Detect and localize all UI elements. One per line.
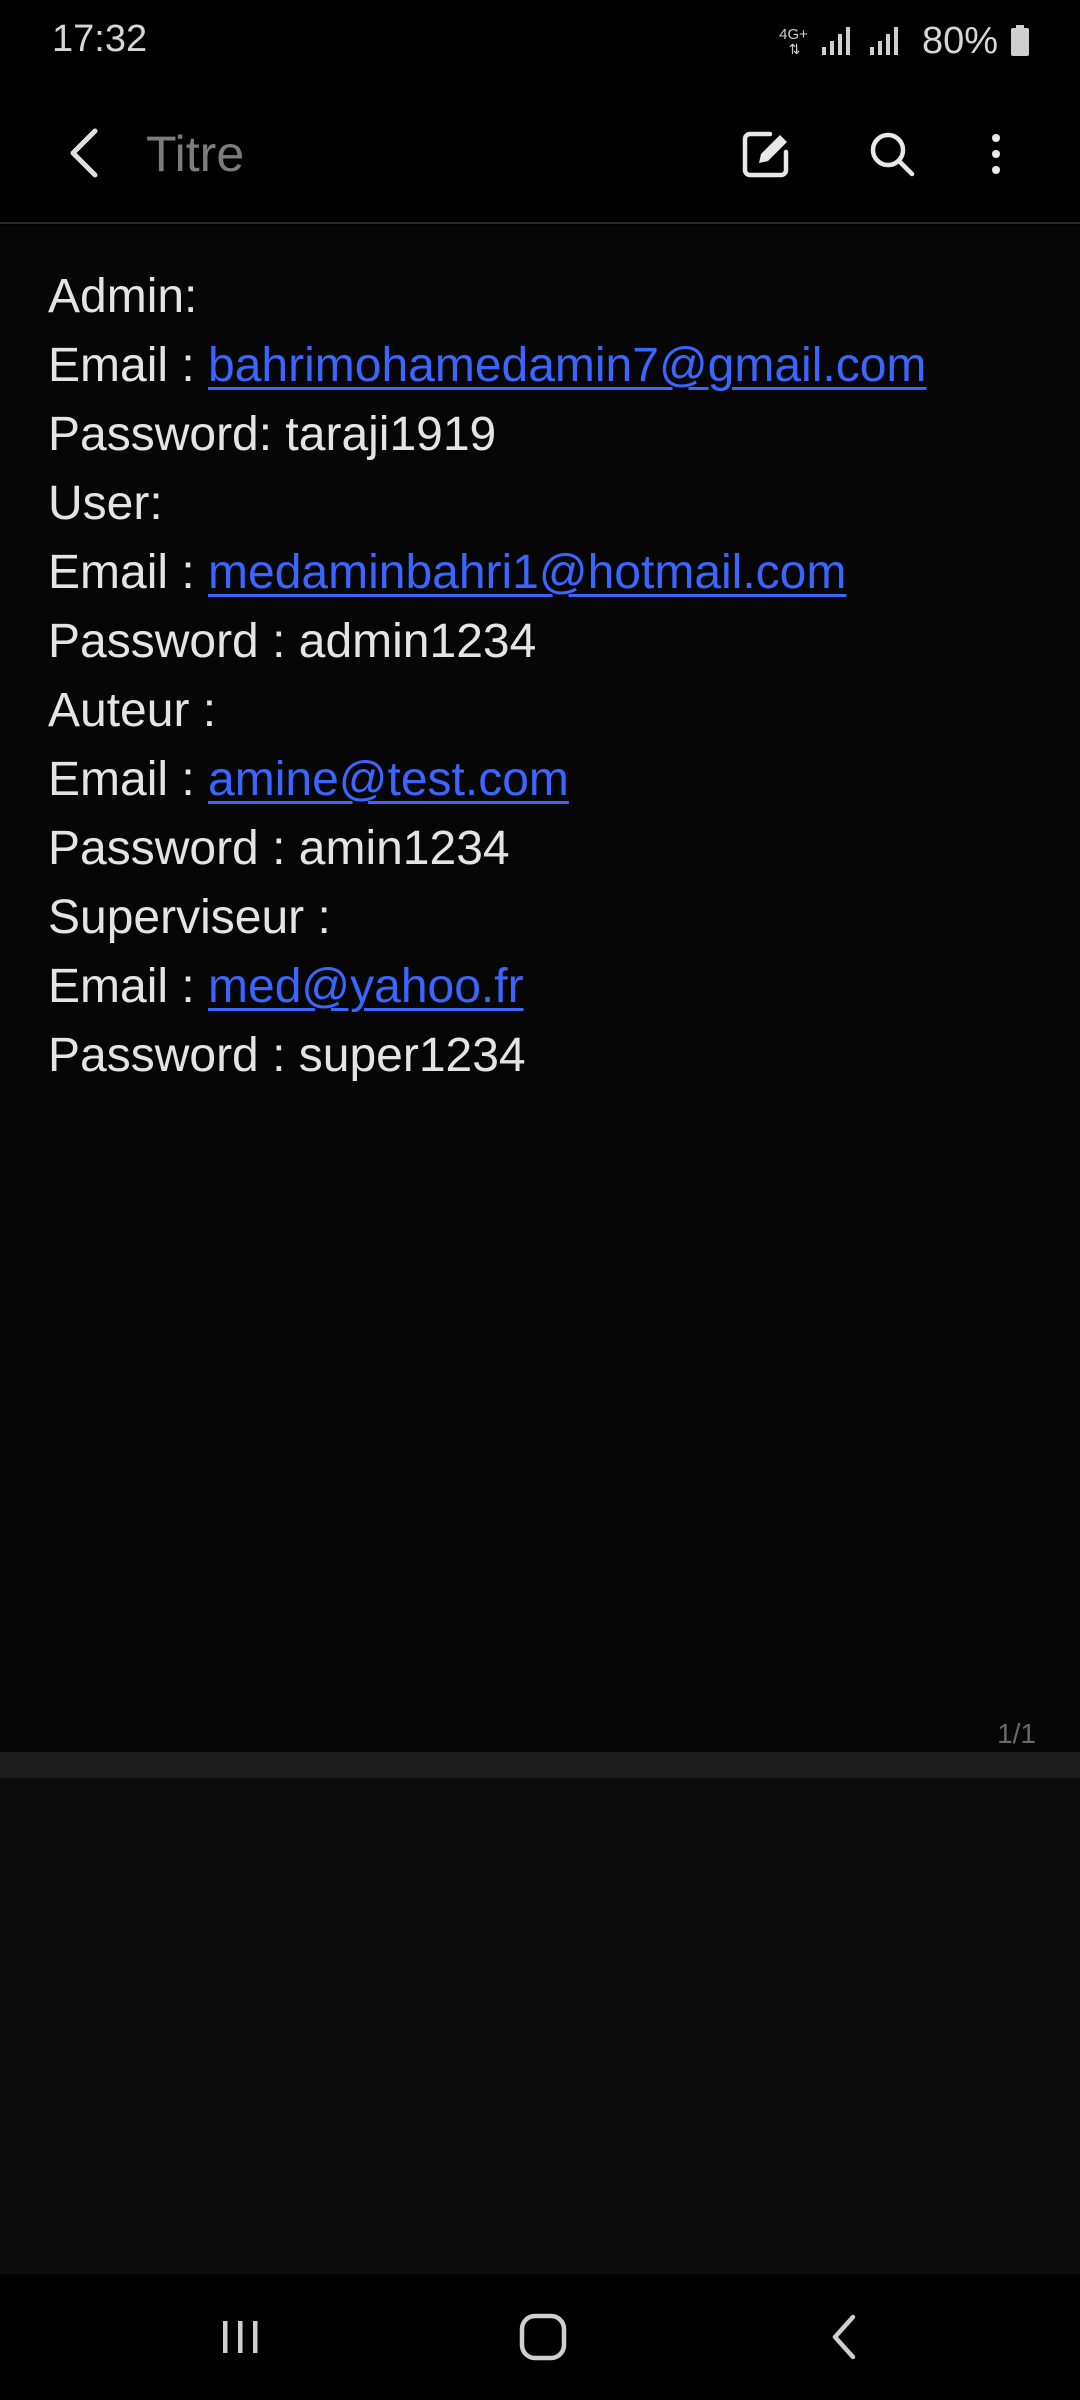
note-text: Password : super1234 <box>48 1029 526 1082</box>
battery-icon <box>1011 25 1029 56</box>
title-input[interactable] <box>146 124 666 184</box>
divider <box>0 1752 1080 1778</box>
status-bar: 17:32 4G+ ⇅ 80% <box>0 0 1080 84</box>
recents-icon <box>223 2321 258 2353</box>
note-text: User: <box>48 477 163 530</box>
note-line: Superviseur : <box>48 883 1048 952</box>
more-options-button[interactable] <box>960 118 1032 190</box>
back-icon <box>832 2314 856 2360</box>
empty-area <box>0 1778 1080 2274</box>
note-line: Admin: <box>48 262 1048 331</box>
email-link[interactable]: medaminbahri1@hotmail.com <box>208 546 846 599</box>
note-line: Auteur : <box>48 676 1048 745</box>
note-line: Email : bahrimohamedamin7@gmail.com <box>48 331 1048 400</box>
note-text: Auteur : <box>48 684 217 737</box>
email-label: Email : <box>48 339 209 392</box>
edit-icon <box>742 131 789 178</box>
edit-button[interactable] <box>730 118 802 190</box>
note-line: Password : amin1234 <box>48 814 1048 883</box>
network-type: 4G+ <box>779 25 808 43</box>
battery-percent: 80% <box>921 19 998 62</box>
note-text: Password : amin1234 <box>48 822 510 875</box>
note-line: Password : admin1234 <box>48 607 1048 676</box>
email-link[interactable]: med@yahoo.fr <box>208 960 524 1013</box>
note-editor[interactable]: Admin: Email : bahrimohamedamin7@gmail.co… <box>0 226 1080 1752</box>
back-arrow-icon <box>70 128 98 178</box>
search-icon <box>870 132 915 177</box>
signal-icon <box>869 27 898 55</box>
email-link[interactable]: amine@test.com <box>208 753 569 806</box>
note-line: Password: taraji1919 <box>48 400 1048 469</box>
note-text: Superviseur : <box>48 891 331 944</box>
status-time: 17:32 <box>52 18 148 60</box>
note-text: Password: taraji1919 <box>48 408 497 461</box>
page-indicator: 1/1 <box>997 1718 1036 1749</box>
signal-icon <box>821 27 850 55</box>
note-line: User: <box>48 469 1048 538</box>
email-label: Email : <box>48 753 209 806</box>
note-text: Password : admin1234 <box>48 615 537 668</box>
navigation-bar <box>0 2274 1080 2400</box>
status-icons: 4G+ ⇅ 80% <box>779 18 1030 64</box>
email-label: Email : <box>48 546 209 599</box>
note-line: Email : amine@test.com <box>48 745 1048 814</box>
note-line: Email : medaminbahri1@hotmail.com <box>48 538 1048 607</box>
back-button[interactable] <box>52 120 118 186</box>
data-arrows-icon: 4G+ ⇅ <box>779 25 808 57</box>
email-link[interactable]: bahrimohamedamin7@gmail.com <box>208 339 926 392</box>
more-vert-icon <box>992 134 1000 174</box>
nav-back-button[interactable] <box>790 2302 900 2372</box>
note-body[interactable]: Admin: Email : bahrimohamedamin7@gmail.co… <box>48 262 1048 1090</box>
note-line: Password : super1234 <box>48 1021 1048 1090</box>
note-text: Admin: <box>48 270 198 323</box>
note-toolbar <box>0 84 1080 224</box>
home-icon <box>519 2313 567 2361</box>
recents-button[interactable] <box>186 2302 296 2372</box>
search-button[interactable] <box>856 118 928 190</box>
home-button[interactable] <box>488 2302 598 2372</box>
email-label: Email : <box>48 960 209 1013</box>
note-line: Email : med@yahoo.fr <box>48 952 1048 1021</box>
